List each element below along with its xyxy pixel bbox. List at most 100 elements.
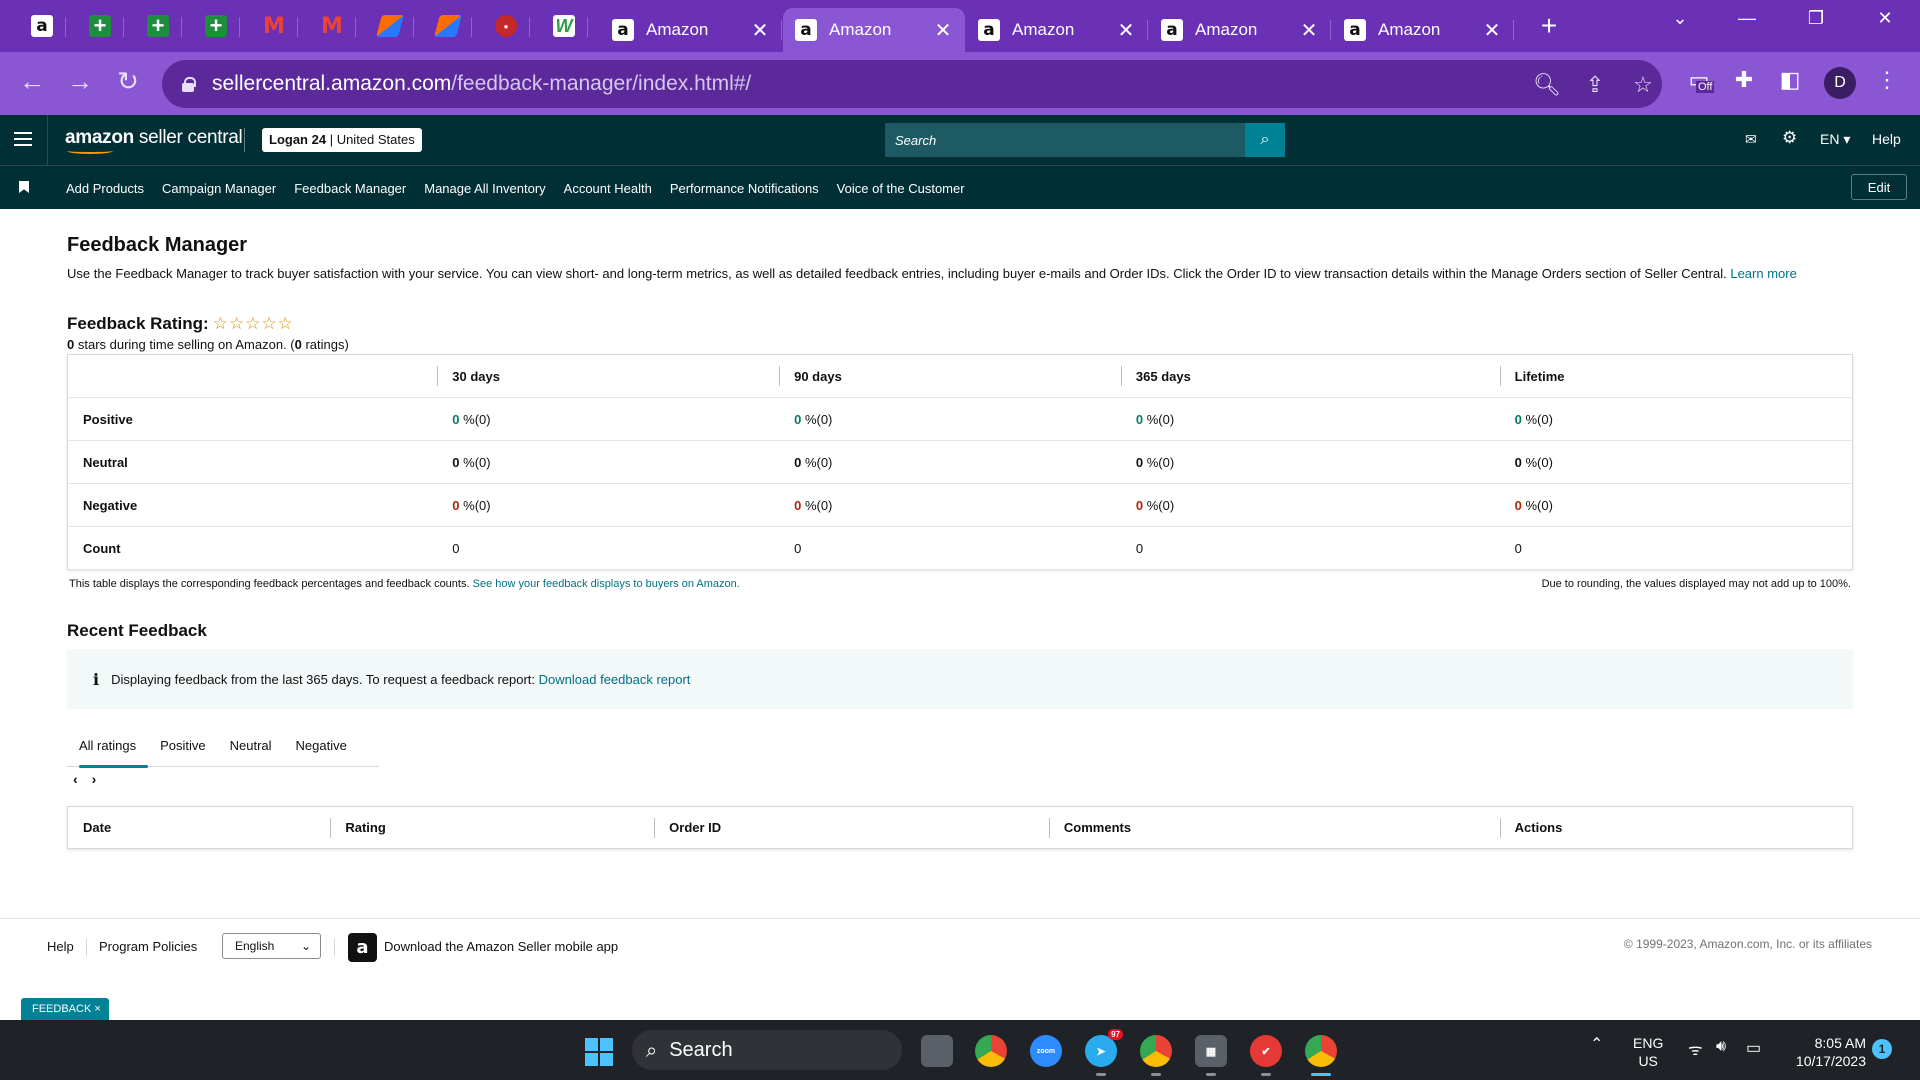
menu-icon[interactable] [14, 132, 32, 146]
table-cell: 0 [1499, 526, 1853, 570]
windows-start-icon[interactable] [585, 1038, 613, 1066]
browser-tab[interactable]: a Amazon ✕ [1332, 8, 1514, 52]
bookmark-star-icon[interactable]: ☆ [1628, 72, 1658, 98]
volume-icon[interactable]: 🔊︎ [1716, 1038, 1726, 1056]
back-button[interactable]: ← [14, 66, 50, 97]
wifi-icon[interactable]: ᯤ [1688, 1038, 1703, 1060]
nav-link-manage-all-inventory[interactable]: Manage All Inventory [424, 181, 545, 196]
tab-all-ratings[interactable]: All ratings [67, 725, 149, 768]
chrome-icon[interactable] [975, 1035, 1007, 1067]
pinned-tab[interactable]: a [18, 8, 66, 44]
chrome-profile-icon[interactable] [1140, 1035, 1172, 1076]
nav-link-add-products[interactable]: Add Products [66, 181, 144, 196]
extension-icon[interactable]: ▭ Off [1682, 67, 1716, 93]
nav-link-feedback-manager[interactable]: Feedback Manager [294, 181, 406, 196]
table-cell: 0 %(0) [779, 397, 1121, 441]
next-page-icon[interactable]: › [92, 771, 97, 787]
table-cell: 0 %(0) [1120, 397, 1500, 441]
tab-title: Amazon [646, 20, 709, 39]
mail-icon[interactable]: ✉ [1745, 131, 1757, 148]
close-tab-icon[interactable]: ✕ [1299, 18, 1319, 43]
gear-icon[interactable]: ⚙ [1782, 128, 1797, 148]
browser-tab[interactable]: a Amazon ✕ [1149, 8, 1331, 52]
amazon-app-icon[interactable]: a [348, 933, 377, 962]
close-tab-icon[interactable]: ✕ [750, 18, 770, 43]
prev-page-icon[interactable]: ‹ [73, 771, 78, 787]
amazon-seller-central-logo[interactable]: amazon seller central [65, 127, 243, 154]
edit-nav-button[interactable]: Edit [1851, 174, 1907, 200]
nav-link-account-health[interactable]: Account Health [564, 181, 652, 196]
nav-link-voice-of-the-customer[interactable]: Voice of the Customer [837, 181, 965, 196]
pinned-tab[interactable]: + [76, 8, 124, 44]
download-report-link[interactable]: Download feedback report [539, 672, 691, 687]
calculator-icon[interactable]: ▦ [1195, 1035, 1227, 1076]
help-link[interactable]: Help [1872, 131, 1901, 147]
new-tab-button[interactable]: + [1533, 10, 1565, 42]
tab-search-icon[interactable]: ⌄ [1660, 8, 1700, 29]
zoom-icon[interactable]: zoom [1030, 1035, 1062, 1067]
pinned-tab[interactable] [424, 8, 472, 44]
feedback-display-link[interactable]: See how your feedback displays to buyers… [473, 578, 740, 590]
table-cell: 0 %(0) [437, 397, 780, 441]
chevron-up-icon[interactable]: ⌃ [1590, 1034, 1603, 1054]
pinned-tab[interactable] [366, 8, 414, 44]
pinned-tab[interactable]: + [134, 8, 182, 44]
close-tab-icon[interactable]: ✕ [933, 18, 953, 43]
forward-button[interactable]: → [62, 66, 98, 97]
bookmark-nav: Add Products Campaign Manager Feedback Man… [0, 165, 1920, 209]
chrome-menu-icon[interactable]: ⋮ [1870, 67, 1904, 93]
address-bar[interactable]: sellercentral.amazon.com/feedback-manage… [162, 60, 1662, 108]
restore-button[interactable]: ❐ [1796, 8, 1836, 29]
extensions-puzzle-icon[interactable]: ✚ [1727, 67, 1761, 93]
battery-icon[interactable]: ▭ [1746, 1038, 1761, 1058]
program-policies-link[interactable]: Program Policies [99, 939, 197, 954]
clock[interactable]: 8:05 AM 10/17/2023 [1786, 1034, 1866, 1070]
browser-tab[interactable]: a Amazon ✕ [600, 8, 782, 52]
nav-link-campaign-manager[interactable]: Campaign Manager [162, 181, 276, 196]
notification-badge[interactable]: 1 [1872, 1039, 1892, 1059]
nav-link-performance-notifications[interactable]: Performance Notifications [670, 181, 819, 196]
tab-negative[interactable]: Negative [284, 725, 359, 767]
bookmark-icon[interactable] [19, 181, 29, 193]
zoom-icon[interactable]: 🔍︎ [1532, 72, 1562, 98]
checkmark-app-icon[interactable]: ✔ [1250, 1035, 1282, 1076]
reload-button[interactable]: ↻ [110, 66, 146, 97]
close-window-button[interactable]: ✕ [1865, 8, 1905, 29]
close-icon[interactable]: × [94, 1003, 100, 1015]
input-language[interactable]: ENG US [1633, 1034, 1663, 1070]
footer-help-link[interactable]: Help [47, 939, 74, 954]
page-footer: Help Program Policies English ⌄ a Downloa… [0, 918, 1920, 1010]
taskbar-search[interactable]: ⌕ Search [632, 1030, 902, 1070]
pinned-tab[interactable]: M [308, 8, 356, 44]
search-icon: ⌕ [646, 1038, 658, 1062]
browser-tab[interactable]: a Amazon ✕ [783, 8, 965, 52]
search-button[interactable]: ⌕ [1245, 123, 1285, 157]
task-view-icon[interactable] [921, 1035, 953, 1067]
tab-positive[interactable]: Positive [148, 725, 218, 767]
info-alert: i Displaying feedback from the last 365 … [67, 649, 1853, 709]
minimize-button[interactable]: — [1727, 8, 1767, 29]
side-panel-icon[interactable]: ◧ [1773, 67, 1807, 93]
close-tab-icon[interactable]: ✕ [1482, 18, 1502, 43]
pinned-tab[interactable]: W [540, 8, 588, 44]
tab-neutral[interactable]: Neutral [218, 725, 284, 767]
feedback-rating: Feedback Rating: ☆☆☆☆☆ [67, 314, 294, 334]
browser-tab[interactable]: a Amazon ✕ [966, 8, 1148, 52]
close-tab-icon[interactable]: ✕ [1116, 18, 1136, 43]
feedback-badge[interactable]: FEEDBACK × [21, 998, 109, 1020]
pinned-tab[interactable]: M [250, 8, 298, 44]
learn-more-link[interactable]: Learn more [1730, 266, 1796, 281]
header-search-input[interactable] [885, 123, 1245, 157]
store-switcher[interactable]: Logan 24 | United States [262, 128, 422, 152]
language-selector[interactable]: EN ▾ [1820, 131, 1850, 148]
telegram-icon[interactable]: ➤ 97 [1085, 1029, 1123, 1076]
share-icon[interactable]: ⇪ [1580, 72, 1610, 98]
pinned-tab[interactable]: ● [482, 8, 530, 44]
footer-language-select[interactable]: English ⌄ [222, 933, 321, 959]
browser-toolbar: ← → ↻ sellercentral.amazon.com/feedback-… [0, 52, 1920, 115]
w-app-icon: W [553, 15, 575, 37]
chrome-active-icon[interactable] [1305, 1035, 1337, 1076]
profile-avatar[interactable]: D [1824, 67, 1856, 99]
download-app-link[interactable]: Download the Amazon Seller mobile app [384, 939, 618, 954]
pinned-tab[interactable]: + [192, 8, 240, 44]
